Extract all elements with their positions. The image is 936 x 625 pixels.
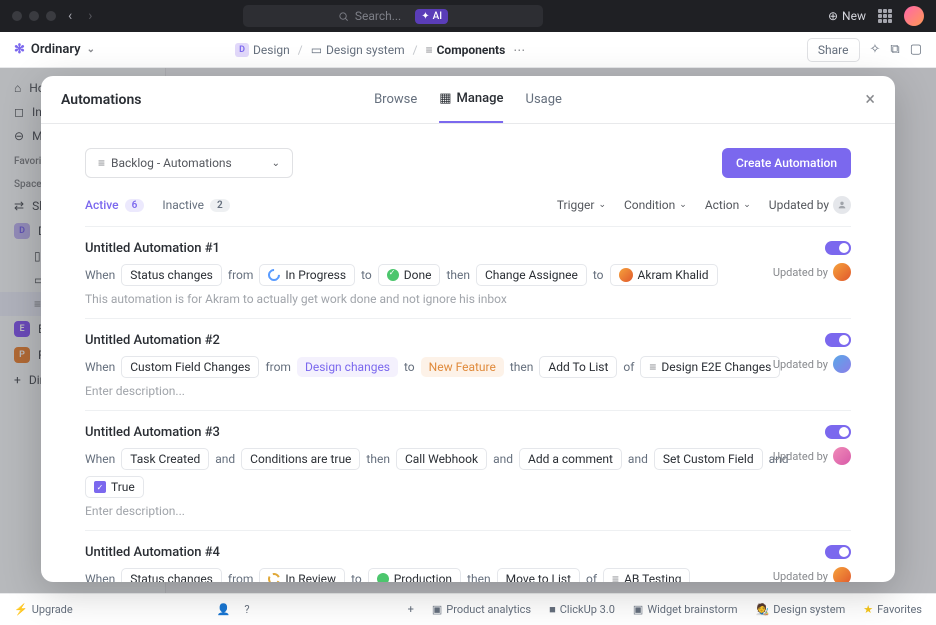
updated-by-label: Updated by	[773, 567, 851, 582]
tab-manage[interactable]: ▦Manage	[439, 76, 503, 123]
status-done-icon	[387, 269, 399, 281]
upgrade-button[interactable]: ⚡Upgrade	[14, 603, 73, 616]
updated-by-label: Updated by	[773, 447, 851, 465]
bottombar: ⚡Upgrade 👤 ? + ▣ Product analytics ■ Cli…	[0, 593, 936, 625]
plus-circle-icon: ⊕	[828, 9, 838, 23]
search-icon	[338, 11, 349, 22]
scope-dropdown[interactable]: ≡Backlog - Automations ⌄	[85, 148, 293, 178]
automation-title: Untitled Automation #1	[85, 241, 851, 256]
modal-title: Automations	[61, 92, 142, 108]
forward-button[interactable]: ›	[84, 8, 96, 24]
bottom-clickup[interactable]: ■ ClickUp 3.0	[549, 603, 615, 616]
automation-item[interactable]: Untitled Automation #3 When Task Created…	[85, 410, 851, 530]
breadcrumb-design[interactable]: DDesign	[235, 43, 290, 57]
window-titlebar: ‹ › Search... ✦ AI ⊕ New	[0, 0, 936, 32]
filter-action[interactable]: Action⌄	[705, 196, 751, 214]
bolt-icon: ⚡	[14, 603, 28, 616]
breadcrumb: DDesign / ▭Design system / ≡Components ⋯	[235, 43, 525, 57]
bookmark-icon[interactable]: ▢	[910, 42, 922, 57]
status-review-icon	[268, 573, 280, 582]
automation-title: Untitled Automation #4	[85, 545, 851, 560]
automation-item[interactable]: Untitled Automation #2 When Custom Field…	[85, 318, 851, 410]
modal-overlay: Automations Browse ▦Manage Usage × ≡Back…	[0, 68, 936, 593]
automation-rule: When Custom Field Changes from Design ch…	[85, 356, 851, 378]
create-automation-button[interactable]: Create Automation	[722, 148, 851, 178]
new-button[interactable]: ⊕ New	[828, 9, 866, 23]
updater-avatar	[833, 447, 851, 465]
automation-toggle[interactable]	[825, 241, 851, 255]
apps-icon[interactable]	[878, 9, 892, 23]
chevron-down-icon: ⌄	[598, 200, 606, 210]
bottom-product-analytics[interactable]: ▣ Product analytics	[432, 603, 531, 616]
status-progress-icon	[266, 267, 283, 284]
help-icon[interactable]: ?	[244, 603, 249, 616]
updater-avatar	[833, 355, 851, 373]
ai-button[interactable]: ✦ AI	[415, 9, 448, 24]
manage-icon: ▦	[439, 91, 451, 106]
star-icon: ★	[863, 603, 873, 616]
updated-by-label: Updated by	[773, 355, 851, 373]
chevron-down-icon: ⌄	[743, 200, 751, 210]
status-tab-active[interactable]: Active 6	[85, 198, 144, 212]
updated-by-label: Updated by	[773, 263, 851, 281]
share-button[interactable]: Share	[807, 38, 860, 62]
updater-avatar	[833, 263, 851, 281]
automation-description[interactable]: Enter description...	[85, 384, 851, 398]
breadcrumb-design-system[interactable]: ▭Design system	[311, 43, 405, 57]
search-placeholder: Search...	[355, 9, 401, 23]
copy-icon[interactable]: ⧉	[890, 42, 899, 57]
filter-updated-by[interactable]: Updated by	[769, 196, 851, 214]
snowflake-icon: ✻	[14, 42, 25, 57]
subheader: ✻ Ordinary ⌄ DDesign / ▭Design system / …	[0, 32, 936, 68]
workspace-switcher[interactable]: ✻ Ordinary ⌄	[14, 42, 95, 57]
checkbox-icon: ✓	[94, 481, 106, 493]
list-icon: ≡	[98, 156, 105, 170]
automation-rule: When Status changes from In Progress to …	[85, 264, 851, 286]
chevron-down-icon: ⌄	[679, 200, 687, 210]
automation-item[interactable]: Untitled Automation #4 When Status chang…	[85, 530, 851, 582]
chevron-down-icon: ⌄	[87, 44, 95, 55]
bottom-add[interactable]: +	[408, 603, 414, 616]
automation-item[interactable]: Untitled Automation #1 When Status chang…	[85, 226, 851, 318]
traffic-lights	[12, 11, 56, 21]
user-icon[interactable]: 👤	[217, 603, 231, 616]
more-icon[interactable]: ⋯	[513, 43, 525, 57]
automation-title: Untitled Automation #2	[85, 333, 851, 348]
bottom-widget[interactable]: ▣ Widget brainstorm	[633, 603, 738, 616]
tab-usage[interactable]: Usage	[526, 76, 562, 123]
automation-toggle[interactable]	[825, 333, 851, 347]
search-input[interactable]: Search... ✦ AI	[243, 5, 543, 27]
automation-toggle[interactable]	[825, 425, 851, 439]
folder-icon: ▭	[311, 43, 322, 57]
status-tab-inactive[interactable]: Inactive 2	[162, 198, 229, 212]
sparkle-icon[interactable]: ✧	[870, 42, 881, 57]
automation-description: This automation is for Akram to actually…	[85, 292, 851, 306]
filter-trigger[interactable]: Trigger⌄	[557, 196, 606, 214]
automations-modal: Automations Browse ▦Manage Usage × ≡Back…	[41, 76, 895, 582]
breadcrumb-components[interactable]: ≡Components	[426, 43, 506, 57]
list-icon: ≡	[649, 360, 656, 374]
assignee-avatar	[619, 268, 633, 282]
filter-condition[interactable]: Condition⌄	[624, 196, 687, 214]
updater-avatar	[833, 567, 851, 582]
list-icon: ≡	[612, 572, 619, 582]
chevron-down-icon: ⌄	[272, 158, 280, 169]
back-button[interactable]: ‹	[64, 8, 76, 24]
active-count-badge: 6	[125, 199, 145, 212]
list-icon: ≡	[426, 43, 433, 57]
status-production-icon	[377, 573, 389, 582]
automation-toggle[interactable]	[825, 545, 851, 559]
automation-rule: When Status changes from In Review to Pr…	[85, 568, 851, 582]
avatar-icon	[833, 196, 851, 214]
modal-header: Automations Browse ▦Manage Usage ×	[41, 76, 895, 124]
user-avatar[interactable]	[904, 6, 924, 26]
bottom-favorites[interactable]: ★Favorites	[863, 603, 922, 616]
bottom-design-system[interactable]: 🧑‍🎨 Design system	[756, 603, 846, 616]
automation-rule: When Task Created and Conditions are tru…	[85, 448, 851, 498]
tab-browse[interactable]: Browse	[374, 76, 417, 123]
inactive-count-badge: 2	[210, 199, 230, 212]
automation-title: Untitled Automation #3	[85, 425, 851, 440]
close-button[interactable]: ×	[865, 89, 875, 110]
automation-description[interactable]: Enter description...	[85, 504, 851, 518]
